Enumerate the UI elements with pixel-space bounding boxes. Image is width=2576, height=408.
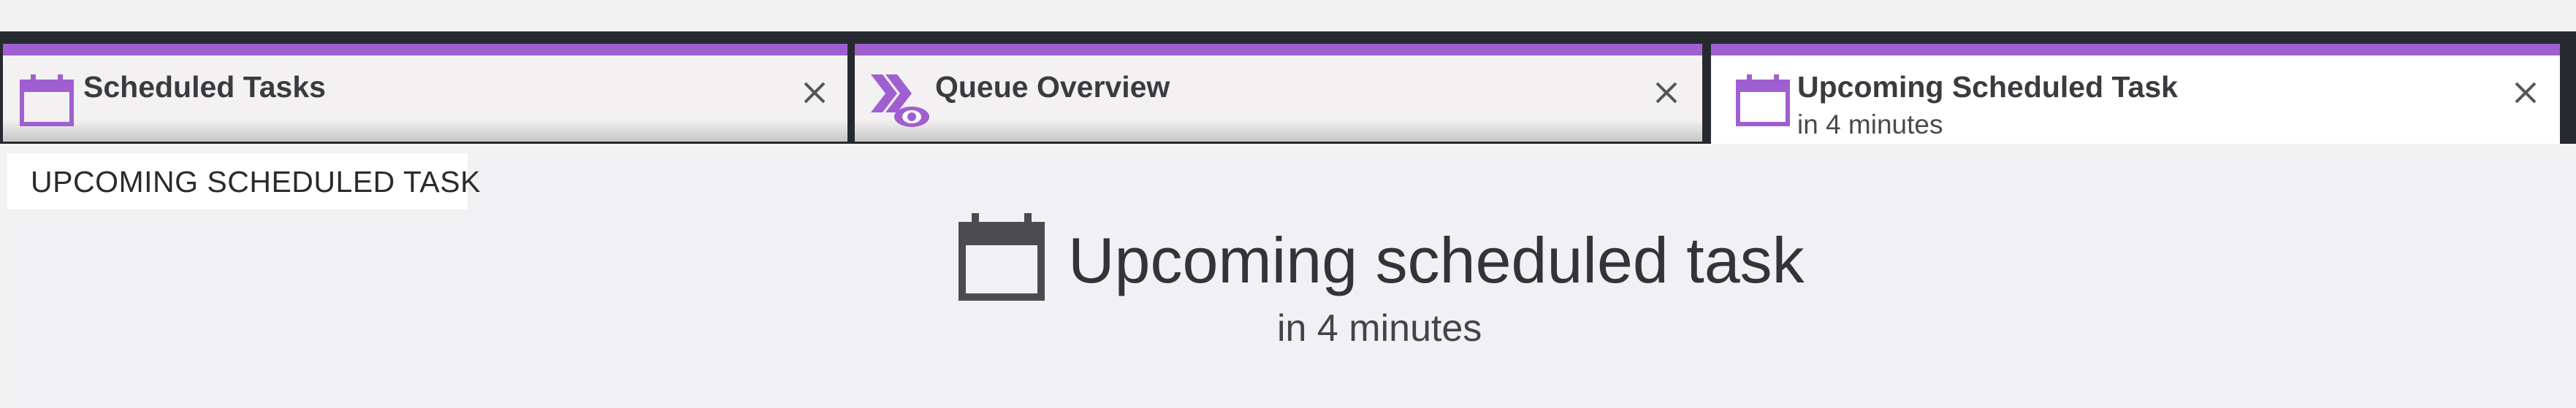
tab-shadow bbox=[855, 120, 1702, 142]
panel-label: UPCOMING SCHEDULED TASK bbox=[31, 165, 481, 199]
close-icon[interactable] bbox=[2512, 79, 2539, 107]
page-subtitle: in 4 minutes bbox=[1277, 307, 1482, 350]
queue-overview-icon bbox=[871, 74, 929, 127]
tab-upcoming-scheduled-task[interactable]: Upcoming Scheduled Task in 4 minutes bbox=[1711, 44, 2560, 144]
tab-title: Scheduled Tasks bbox=[83, 70, 326, 104]
tab-shadow bbox=[3, 120, 847, 142]
tab-title: Queue Overview bbox=[935, 70, 1170, 104]
tab-scheduled-tasks[interactable]: Scheduled Tasks bbox=[3, 44, 847, 142]
tab-subtitle: in 4 minutes bbox=[1797, 109, 1943, 139]
calendar-icon bbox=[1736, 74, 1790, 126]
calendar-icon bbox=[959, 213, 1045, 301]
panel-header: UPCOMING SCHEDULED TASK bbox=[7, 153, 480, 209]
tab-title: Upcoming Scheduled Task bbox=[1797, 70, 2178, 104]
close-icon[interactable] bbox=[801, 79, 828, 107]
tab-queue-overview[interactable]: Queue Overview bbox=[855, 44, 1702, 142]
calendar-icon bbox=[20, 74, 74, 126]
close-icon[interactable] bbox=[1653, 79, 1680, 107]
page-title: Upcoming scheduled task bbox=[1068, 224, 1805, 296]
